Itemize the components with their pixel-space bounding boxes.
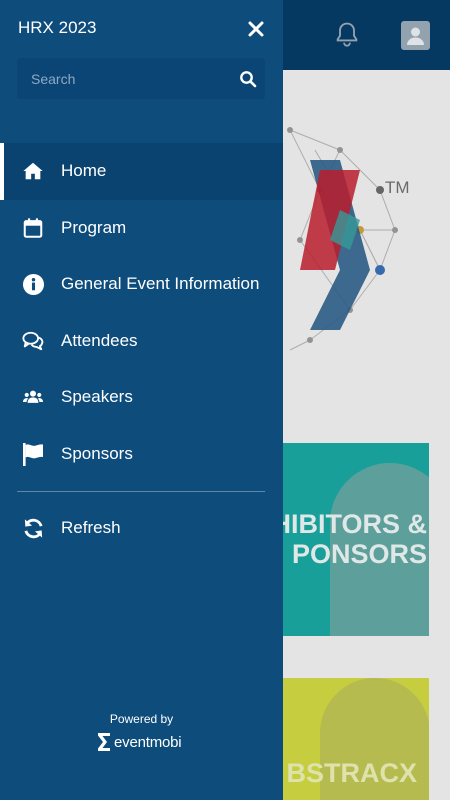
nav-item-program[interactable]: Program xyxy=(0,200,283,257)
nav-menu: Home Program General Event Information A… xyxy=(0,143,283,482)
powered-by-label: Powered by xyxy=(109,712,174,726)
nav-label: General Event Information xyxy=(61,274,260,294)
nav-label: Sponsors xyxy=(61,443,133,463)
drawer-title: HRX 2023 xyxy=(18,18,97,37)
nav-label: Attendees xyxy=(61,330,138,350)
eventmobi-wordmark: eventmobi xyxy=(114,733,182,751)
nav-item-sponsors[interactable]: Sponsors xyxy=(0,426,283,483)
nav-label: Home xyxy=(61,161,107,181)
eventmobi-mark-icon xyxy=(98,733,110,751)
refresh-icon xyxy=(21,516,45,540)
home-icon xyxy=(21,159,45,183)
info-icon xyxy=(21,272,45,296)
search-input[interactable] xyxy=(17,58,227,99)
eventmobi-logo[interactable]: eventmobi xyxy=(95,731,190,753)
nav-label: Refresh xyxy=(61,518,121,538)
nav-item-general-info[interactable]: General Event Information xyxy=(0,256,283,313)
refresh-button[interactable]: Refresh xyxy=(0,500,283,557)
nav-label: Speakers xyxy=(61,387,133,407)
flag-icon xyxy=(21,442,45,466)
navigation-drawer: HRX 2023 Home Program General Event xyxy=(0,0,283,800)
chat-bubbles-icon xyxy=(21,329,45,353)
menu-divider xyxy=(17,491,265,492)
users-icon xyxy=(21,385,45,409)
search-box xyxy=(17,58,265,99)
nav-item-speakers[interactable]: Speakers xyxy=(0,369,283,426)
calendar-icon xyxy=(21,216,45,240)
nav-label: Program xyxy=(61,217,127,237)
nav-item-home[interactable]: Home xyxy=(0,143,283,200)
search-icon[interactable] xyxy=(239,70,257,88)
close-icon[interactable] xyxy=(245,18,267,40)
nav-item-attendees[interactable]: Attendees xyxy=(0,313,283,370)
